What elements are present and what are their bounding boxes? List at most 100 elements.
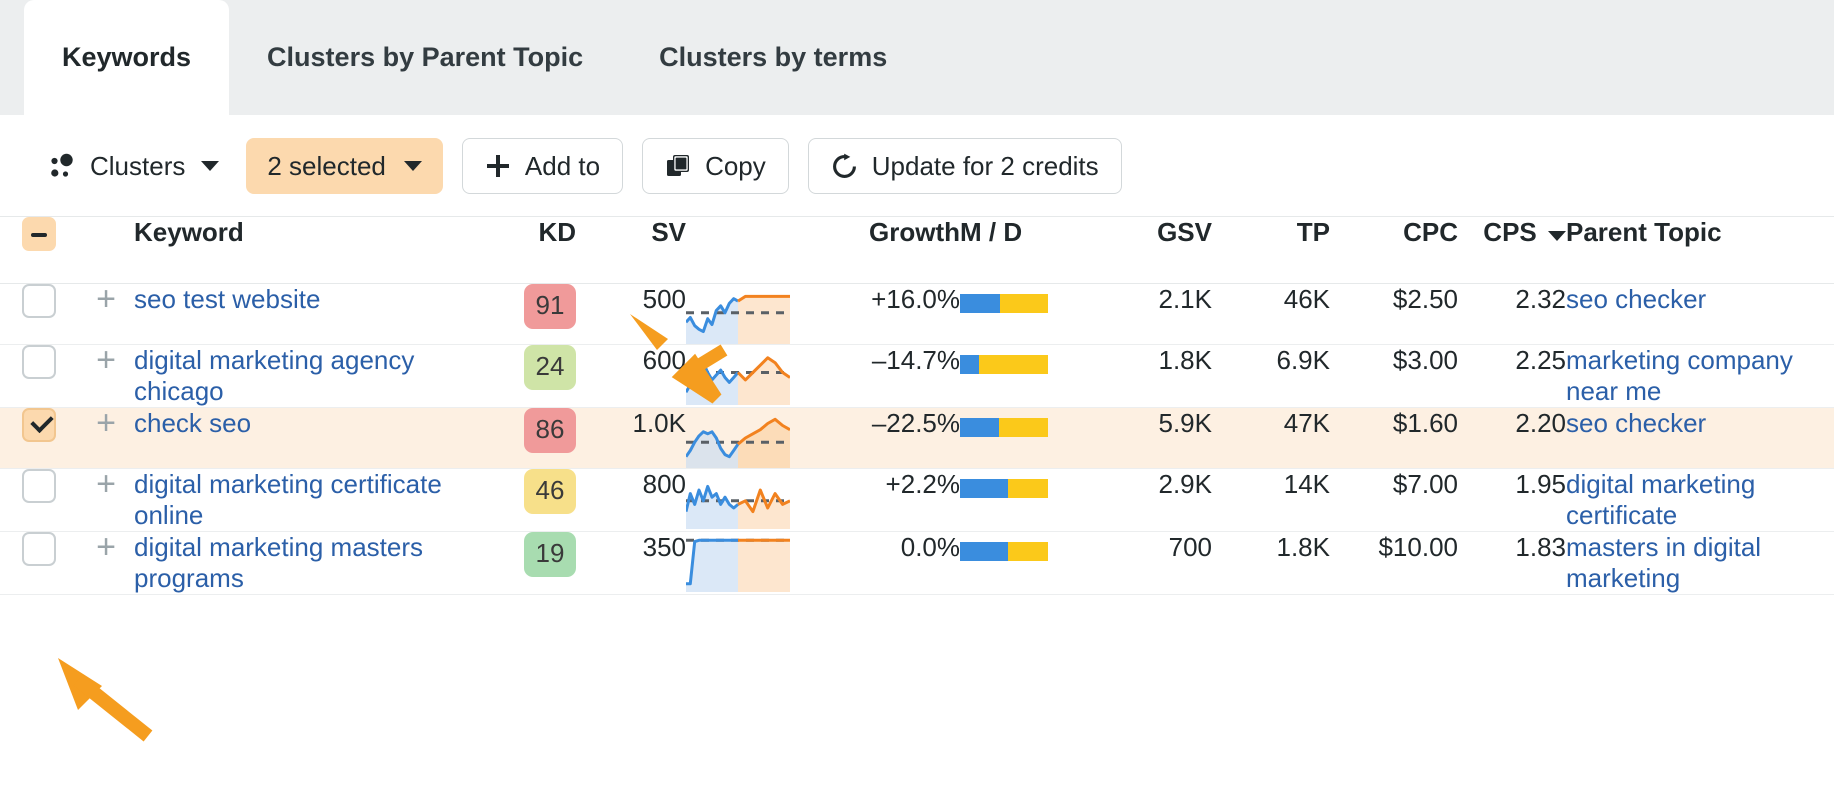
- keyword-link[interactable]: seo test website: [134, 284, 320, 314]
- add-to-label: Add to: [525, 151, 600, 182]
- tab-clusters-by-parent-topic[interactable]: Clusters by Parent Topic: [229, 0, 621, 115]
- parent-topic-link[interactable]: seo checker: [1566, 408, 1706, 438]
- row-expand-cell: +: [78, 468, 134, 531]
- expand-row-icon[interactable]: +: [78, 408, 134, 438]
- update-credits-button[interactable]: Update for 2 credits: [808, 138, 1122, 194]
- row-checkbox[interactable]: [22, 469, 56, 503]
- row-select-cell: [0, 283, 78, 344]
- header-kd[interactable]: KD: [484, 217, 576, 283]
- tab-keywords-label: Keywords: [62, 42, 191, 73]
- header-cpc[interactable]: CPC: [1330, 217, 1458, 283]
- trend-sparkline-cell: [686, 468, 818, 531]
- parent-topic-link[interactable]: seo checker: [1566, 284, 1706, 314]
- growth-cell: –14.7%: [818, 344, 960, 407]
- header-growth[interactable]: Growth: [818, 217, 960, 283]
- tab-strip: Keywords Clusters by Parent Topic Cluste…: [0, 0, 1834, 115]
- tp-cell: 6.9K: [1212, 344, 1330, 407]
- parent-topic-link[interactable]: digital marketing certificate: [1566, 469, 1755, 530]
- copy-button[interactable]: Copy: [642, 138, 789, 194]
- mobile-desktop-cell: [960, 344, 1090, 407]
- gsv-cell: 5.9K: [1090, 407, 1212, 468]
- row-checkbox[interactable]: [22, 284, 56, 318]
- gsv-cell: 700: [1090, 531, 1212, 594]
- expand-row-icon[interactable]: +: [78, 469, 134, 499]
- row-checkbox[interactable]: [22, 408, 56, 442]
- copy-icon: [665, 153, 691, 179]
- tp-cell: 47K: [1212, 407, 1330, 468]
- sv-cell: 1.0K: [576, 407, 686, 468]
- gsv-cell: 1.8K: [1090, 344, 1212, 407]
- header-trend: [686, 217, 818, 283]
- trend-sparkline-cell: [686, 531, 818, 594]
- expand-row-icon[interactable]: +: [78, 345, 134, 375]
- table-toolbar: Clusters 2 selected Add to: [0, 116, 1834, 217]
- selection-count-label: 2 selected: [267, 151, 386, 182]
- mobile-desktop-cell: [960, 283, 1090, 344]
- mobile-desktop-cell: [960, 531, 1090, 594]
- trend-sparkline: [686, 345, 818, 405]
- keywords-table: Keyword KD SV Growth M / D GSV TP CPC CP…: [0, 217, 1834, 595]
- trend-sparkline-cell: [686, 344, 818, 407]
- header-expand-cell: [78, 217, 134, 283]
- table-row[interactable]: + digital marketing certificate online 4…: [0, 468, 1834, 531]
- header-keyword[interactable]: Keyword: [134, 217, 484, 283]
- clusters-dots-icon: [48, 151, 78, 181]
- tab-keywords[interactable]: Keywords: [24, 0, 229, 115]
- expand-row-icon[interactable]: +: [78, 284, 134, 314]
- table-row[interactable]: + digital marketing agency chicago 24 60…: [0, 344, 1834, 407]
- cps-cell: 1.83: [1458, 531, 1566, 594]
- trend-sparkline-cell: [686, 283, 818, 344]
- mobile-desktop-bar: [960, 294, 1048, 313]
- cpc-cell: $2.50: [1330, 283, 1458, 344]
- keyword-link[interactable]: digital marketing masters programs: [134, 532, 423, 593]
- selection-count-dropdown[interactable]: 2 selected: [246, 138, 443, 194]
- keyword-link[interactable]: check seo: [134, 408, 251, 438]
- select-all-checkbox[interactable]: [22, 217, 56, 251]
- row-checkbox[interactable]: [22, 345, 56, 379]
- header-parent-topic[interactable]: Parent Topic: [1566, 217, 1834, 283]
- header-gsv[interactable]: GSV: [1090, 217, 1212, 283]
- add-to-button[interactable]: Add to: [462, 138, 623, 194]
- table-body: + seo test website 91 500 +16.0% 2.1K 46…: [0, 283, 1834, 594]
- clusters-dropdown[interactable]: Clusters: [48, 151, 227, 182]
- row-expand-cell: +: [78, 531, 134, 594]
- parent-topic-link[interactable]: marketing company near me: [1566, 345, 1793, 406]
- row-checkbox[interactable]: [22, 532, 56, 566]
- table-row[interactable]: + check seo 86 1.0K –22.5% 5.9K 47K $1.6…: [0, 407, 1834, 468]
- chevron-down-icon: [404, 161, 422, 171]
- chevron-down-icon: [201, 161, 219, 171]
- cpc-cell: $1.60: [1330, 407, 1458, 468]
- refresh-icon: [831, 153, 858, 180]
- trend-sparkline: [686, 532, 818, 592]
- arrow-pointing-to-row-checkbox: [44, 652, 164, 772]
- header-sv[interactable]: SV: [576, 217, 686, 283]
- cps-cell: 2.32: [1458, 283, 1566, 344]
- row-select-cell: [0, 531, 78, 594]
- sv-cell: 800: [576, 468, 686, 531]
- header-cps[interactable]: CPS: [1458, 217, 1566, 283]
- kd-cell: 91: [484, 283, 576, 344]
- keyword-link[interactable]: digital marketing certificate online: [134, 469, 442, 530]
- table-row[interactable]: + seo test website 91 500 +16.0% 2.1K 46…: [0, 283, 1834, 344]
- parent-topic-cell: masters in digital marketing: [1566, 531, 1834, 594]
- tab-clusters-by-terms[interactable]: Clusters by terms: [621, 0, 925, 115]
- table-header-row: Keyword KD SV Growth M / D GSV TP CPC CP…: [0, 217, 1834, 283]
- header-md[interactable]: M / D: [960, 217, 1090, 283]
- sv-cell: 350: [576, 531, 686, 594]
- plus-icon: [485, 153, 511, 179]
- row-select-cell: [0, 344, 78, 407]
- header-tp[interactable]: TP: [1212, 217, 1330, 283]
- mobile-desktop-bar: [960, 542, 1048, 561]
- growth-cell: 0.0%: [818, 531, 960, 594]
- parent-topic-link[interactable]: masters in digital marketing: [1566, 532, 1761, 593]
- clusters-dropdown-label: Clusters: [90, 151, 185, 182]
- table-row[interactable]: + digital marketing masters programs 19 …: [0, 531, 1834, 594]
- expand-row-icon[interactable]: +: [78, 532, 134, 562]
- row-expand-cell: +: [78, 407, 134, 468]
- trend-sparkline: [686, 408, 818, 468]
- keyword-cell: digital marketing agency chicago: [134, 344, 484, 407]
- header-cps-label: CPS: [1483, 217, 1536, 247]
- keyword-link[interactable]: digital marketing agency chicago: [134, 345, 414, 406]
- tp-cell: 1.8K: [1212, 531, 1330, 594]
- trend-sparkline: [686, 284, 818, 344]
